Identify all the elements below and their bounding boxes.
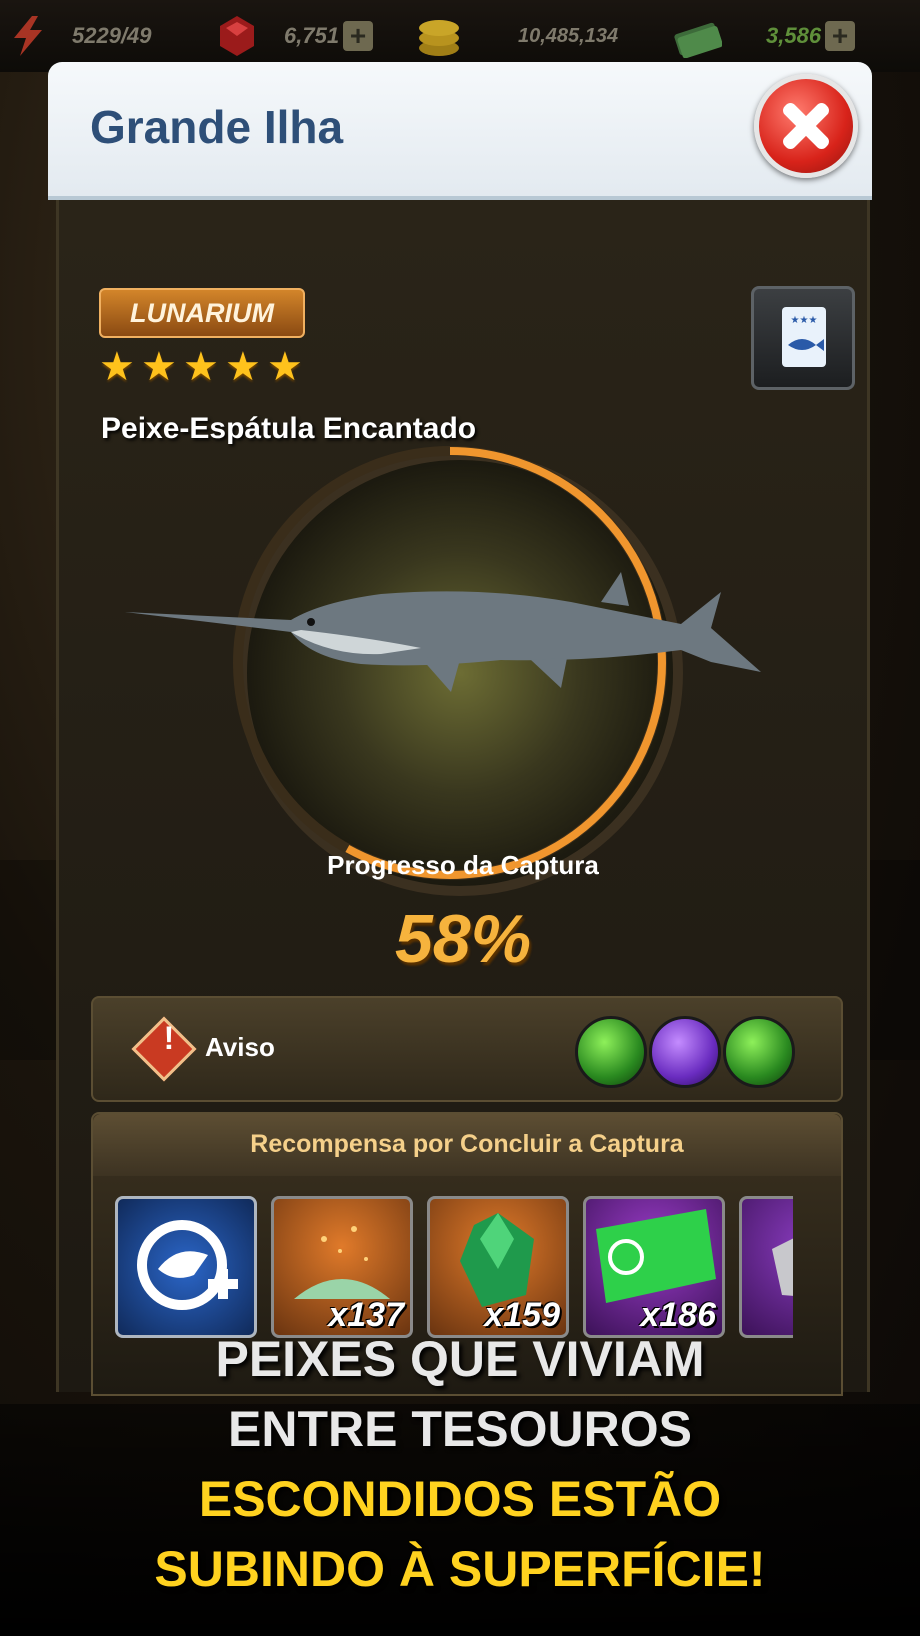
star-icon: ★	[141, 345, 177, 389]
rarity-badge: LUNARIUM	[99, 288, 305, 338]
reward-item[interactable]: x	[739, 1196, 793, 1338]
energy-counter: 5229/49	[8, 14, 152, 58]
warning-label: Aviso	[205, 1032, 275, 1062]
reward-item[interactable]: x186	[583, 1196, 725, 1338]
gems-value: 6,751	[284, 23, 340, 48]
purple-wizard-skill-icon[interactable]	[649, 1016, 721, 1088]
cash-value: 3,586	[766, 23, 822, 48]
warning-exclamation: !	[163, 1020, 175, 1056]
fish-plus-icon	[137, 1220, 238, 1310]
coin-stack-icon	[419, 20, 459, 56]
promo-caption-line2: ENTRE TESOUROS	[228, 1401, 692, 1457]
coins-value: 10,485,134	[518, 24, 619, 47]
green-hook-skill-icon[interactable]	[575, 1016, 647, 1088]
energy-value: 5229/49	[72, 23, 152, 48]
reward-header: Recompensa por Concluir a Captura	[93, 1114, 841, 1176]
svg-text:★★★: ★★★	[791, 315, 818, 326]
star-rating: ★ ★ ★ ★ ★	[99, 345, 305, 389]
reward-item[interactable]: x137	[271, 1196, 413, 1338]
warning-row[interactable]: ! Aviso	[91, 996, 843, 1102]
reward-title: Recompensa por Concluir a Captura	[250, 1130, 684, 1158]
promo-caption-line1: PEIXES QUE VIVIAM	[215, 1331, 705, 1387]
star-icon: ★	[267, 345, 303, 389]
star-icon: ★	[225, 345, 261, 389]
lightning-icon	[14, 16, 42, 56]
silver-ore-icon	[772, 1238, 793, 1296]
capture-progress-value: 58%	[394, 901, 532, 977]
capture-progress-label: Progresso da Captura	[327, 850, 599, 880]
fish-card-icon: ★★★	[782, 307, 826, 367]
reward-item[interactable]	[115, 1196, 257, 1338]
add-cash-button[interactable]: +	[825, 21, 856, 51]
green-rod-skill-icon[interactable]	[723, 1016, 795, 1088]
red-gem-icon	[220, 16, 254, 56]
paddlefish-icon	[125, 572, 761, 692]
reward-item[interactable]: x159	[427, 1196, 569, 1338]
cash-counter: 3,586 +	[672, 14, 856, 58]
fish-name: Peixe-Espátula Encantado	[101, 412, 477, 445]
reward-list[interactable]: x137 x159 x186	[115, 1196, 793, 1342]
gems-counter: 6,751 +	[216, 14, 374, 58]
close-button[interactable]	[754, 74, 858, 178]
star-icon: ★	[99, 345, 135, 389]
panel-body: LUNARIUM ★ ★ ★ ★ ★ Peixe-Espátula Encant…	[56, 200, 870, 1396]
add-gems-button[interactable]: +	[343, 21, 374, 51]
cash-icon	[674, 22, 722, 58]
star-icon: ★	[183, 345, 219, 389]
promo-caption-line3: ESCONDIDOS ESTÃO	[198, 1471, 722, 1527]
fish-detail-panel: Grande Ilha LUNARIUM ★ ★ ★ ★ ★ Peixe-Esp…	[48, 62, 872, 1396]
coins-counter: 10,485,134	[416, 14, 618, 58]
fish-book-button[interactable]: ★★★	[751, 286, 855, 390]
page-title: Grande Ilha	[90, 101, 344, 153]
panel-header: Grande Ilha	[48, 62, 872, 200]
promo-caption-line4: SUBINDO À SUPERFÍCIE!	[154, 1541, 766, 1597]
